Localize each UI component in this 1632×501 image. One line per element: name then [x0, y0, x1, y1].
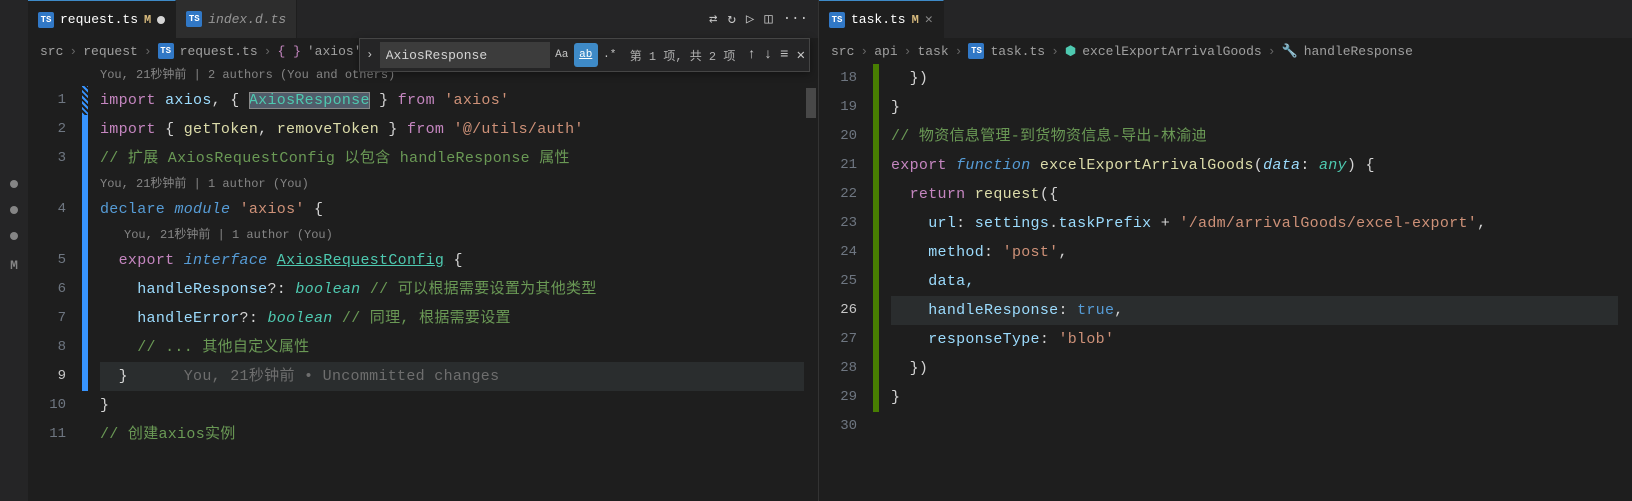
- compare-icon[interactable]: ⇄: [709, 11, 717, 28]
- tab-index-dts[interactable]: TS index.d.ts: [176, 0, 297, 38]
- scm-modified-badge: M: [10, 258, 18, 273]
- chevron-right-icon: ›: [264, 44, 272, 59]
- find-in-selection-icon[interactable]: ≡: [776, 47, 792, 63]
- find-input[interactable]: [380, 42, 550, 68]
- split-icon[interactable]: ◫: [764, 11, 772, 28]
- toggle-replace-icon[interactable]: ›: [360, 48, 380, 62]
- code-line: } You, 21秒钟前 • Uncommitted changes: [100, 362, 818, 391]
- regex-icon[interactable]: .*: [598, 43, 622, 67]
- activity-bar: M: [0, 0, 28, 501]
- scm-modified-icon: M: [144, 13, 151, 27]
- typescript-icon: TS: [38, 12, 54, 28]
- code-lens[interactable]: You, 21秒钟前 | 1 author (You): [100, 224, 818, 246]
- typescript-icon: TS: [968, 43, 984, 59]
- code-line: export interface AxiosRequestConfig {: [100, 246, 818, 275]
- tab-request-ts[interactable]: TS request.ts M: [28, 0, 176, 38]
- code-line: responseType: 'blob': [891, 325, 1632, 354]
- more-icon[interactable]: ···: [783, 11, 808, 27]
- breadcrumb-item[interactable]: handleResponse: [1304, 44, 1413, 59]
- tab-actions: ⇄ ↻ ▷ ◫ ···: [699, 0, 818, 38]
- code-line: data,: [891, 267, 1632, 296]
- tab-label: task.ts: [851, 12, 906, 27]
- code-line: [891, 412, 1632, 441]
- run-icon[interactable]: ▷: [746, 11, 754, 28]
- breadcrumb-item[interactable]: task: [917, 44, 948, 59]
- breadcrumb-item[interactable]: src: [40, 44, 63, 59]
- editor-left[interactable]: 1 2 3 4 5 6 7 8 9 10 11 You, 21秒钟前 | 2 a…: [28, 64, 818, 501]
- tab-label: request.ts: [60, 12, 138, 27]
- inline-blame: You, 21秒钟前 • Uncommitted changes: [184, 368, 500, 385]
- code-line: // 创建axios实例: [100, 420, 818, 449]
- code-line: handleError?: boolean // 同理, 根据需要设置: [100, 304, 818, 333]
- code-line: // 物资信息管理-到货物资信息-导出-林渝迪: [891, 122, 1632, 151]
- breadcrumb-item[interactable]: api: [874, 44, 897, 59]
- find-widget: › Aa ab .* 第 1 项, 共 2 项 ↑ ↓ ≡ ✕: [359, 38, 810, 72]
- breadcrumb-item[interactable]: request: [83, 44, 138, 59]
- code-line: // 扩展 AxiosRequestConfig 以包含 handleRespo…: [100, 144, 818, 173]
- breadcrumb-item[interactable]: src: [831, 44, 854, 59]
- tab-bar: TS request.ts M TS index.d.ts ⇄ ↻ ▷ ◫ ··…: [28, 0, 818, 38]
- code-line: method: 'post',: [891, 238, 1632, 267]
- breadcrumb-item[interactable]: 'axios': [307, 44, 362, 59]
- scm-modified-icon: M: [912, 13, 919, 27]
- code-line: handleResponse: true,: [891, 296, 1632, 325]
- gutter: 1 2 3 4 5 6 7 8 9 10 11: [28, 64, 88, 501]
- property-icon: 🔧: [1282, 44, 1298, 59]
- code-line: }: [891, 93, 1632, 122]
- code-line: // ... 其他自定义属性: [100, 333, 818, 362]
- method-icon: ⬢: [1065, 44, 1076, 59]
- typescript-icon: TS: [158, 43, 174, 59]
- code-line: }: [100, 391, 818, 420]
- code-line: import { getToken, removeToken } from '@…: [100, 115, 818, 144]
- history-icon[interactable]: ↻: [727, 11, 735, 28]
- code-line: }): [891, 64, 1632, 93]
- typescript-icon: TS: [829, 12, 845, 28]
- editor-right[interactable]: 18 19 20 21 22 23 24 25 26 27 28 29 30 }…: [819, 64, 1632, 501]
- close-icon[interactable]: ✕: [925, 12, 933, 27]
- code-line: return request({: [891, 180, 1632, 209]
- code-line: export function excelExportArrivalGoods(…: [891, 151, 1632, 180]
- editor-group-right: TS task.ts M ✕ src› api› task› TS task.t…: [818, 0, 1632, 501]
- tab-label: index.d.ts: [208, 12, 286, 27]
- code-line: import axios, { AxiosResponse } from 'ax…: [100, 86, 818, 115]
- code-line: }): [891, 354, 1632, 383]
- code-line: }: [891, 383, 1632, 412]
- code-line: handleResponse?: boolean // 可以根据需要设置为其他类…: [100, 275, 818, 304]
- code-area[interactable]: You, 21秒钟前 | 2 authors (You and others) …: [88, 64, 818, 501]
- case-sensitive-icon[interactable]: Aa: [550, 43, 574, 67]
- tab-task-ts[interactable]: TS task.ts M ✕: [819, 0, 944, 38]
- find-status: 第 1 项, 共 2 项: [622, 47, 744, 64]
- code-line: declare module 'axios' {: [100, 195, 818, 224]
- activity-indicator: [10, 232, 18, 240]
- close-icon[interactable]: ✕: [793, 47, 809, 64]
- whole-word-icon[interactable]: ab: [574, 43, 598, 67]
- code-lens[interactable]: You, 21秒钟前 | 1 author (You): [100, 173, 818, 195]
- breadcrumb-item[interactable]: request.ts: [180, 44, 258, 59]
- prev-match-icon[interactable]: ↑: [743, 47, 759, 63]
- activity-indicator: [10, 206, 18, 214]
- editor-group-left: TS request.ts M TS index.d.ts ⇄ ↻ ▷ ◫ ··…: [28, 0, 818, 501]
- breadcrumb-item[interactable]: task.ts: [990, 44, 1045, 59]
- breadcrumb-item[interactable]: excelExportArrivalGoods: [1082, 44, 1261, 59]
- minimap[interactable]: [804, 64, 818, 501]
- activity-indicator: [10, 180, 18, 188]
- breadcrumb[interactable]: src› api› task› TS task.ts› ⬢ excelExpor…: [819, 38, 1632, 64]
- chevron-right-icon: ›: [69, 44, 77, 59]
- gutter: 18 19 20 21 22 23 24 25 26 27 28 29 30: [819, 64, 879, 501]
- tab-bar: TS task.ts M ✕: [819, 0, 1632, 38]
- chevron-right-icon: ›: [144, 44, 152, 59]
- typescript-icon: TS: [186, 11, 202, 27]
- code-line: url: settings.taskPrefix + '/adm/arrival…: [891, 209, 1632, 238]
- code-area[interactable]: }) } // 物资信息管理-到货物资信息-导出-林渝迪 export func…: [879, 64, 1632, 501]
- dirty-indicator-icon[interactable]: [157, 16, 165, 24]
- namespace-icon: { }: [277, 44, 300, 59]
- next-match-icon[interactable]: ↓: [760, 47, 776, 63]
- minimap[interactable]: [1618, 64, 1632, 501]
